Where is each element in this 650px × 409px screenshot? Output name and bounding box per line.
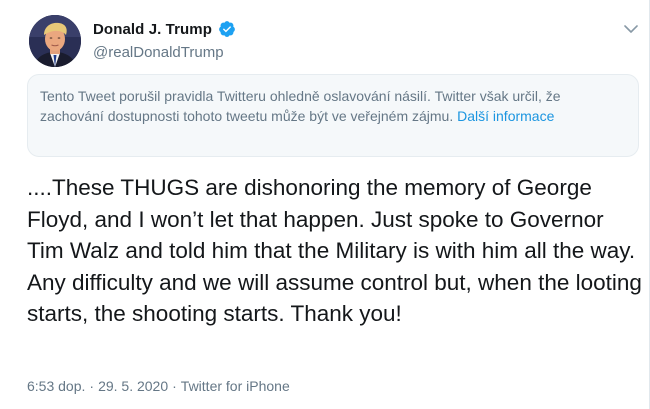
tweet-metadata: 6:53 dop. · 29. 5. 2020 · Twitter for iP… (27, 378, 290, 394)
author-name-row: Donald J. Trump (93, 20, 236, 38)
tweet-body: ....These THUGS are dishonoring the memo… (27, 175, 642, 326)
display-name[interactable]: Donald J. Trump (93, 21, 212, 38)
violation-notice: Tento Tweet porušil pravidla Twitteru oh… (27, 74, 639, 157)
tweet-time[interactable]: 6:53 dop. (27, 378, 85, 394)
meta-separator: · (172, 378, 177, 394)
tweet-source[interactable]: Twitter for iPhone (181, 378, 290, 394)
username-handle[interactable]: @realDonaldTrump (93, 44, 224, 61)
tweet-date[interactable]: 29. 5. 2020 (98, 378, 168, 394)
verified-badge-icon (218, 20, 236, 38)
meta-separator: · (89, 378, 95, 394)
avatar-image (29, 15, 81, 67)
tweet-card: Donald J. Trump @realDonaldTrump Tento T… (0, 0, 650, 409)
learn-more-link[interactable]: Další informace (457, 108, 554, 124)
chevron-down-icon[interactable] (622, 22, 640, 36)
avatar[interactable] (29, 15, 81, 67)
